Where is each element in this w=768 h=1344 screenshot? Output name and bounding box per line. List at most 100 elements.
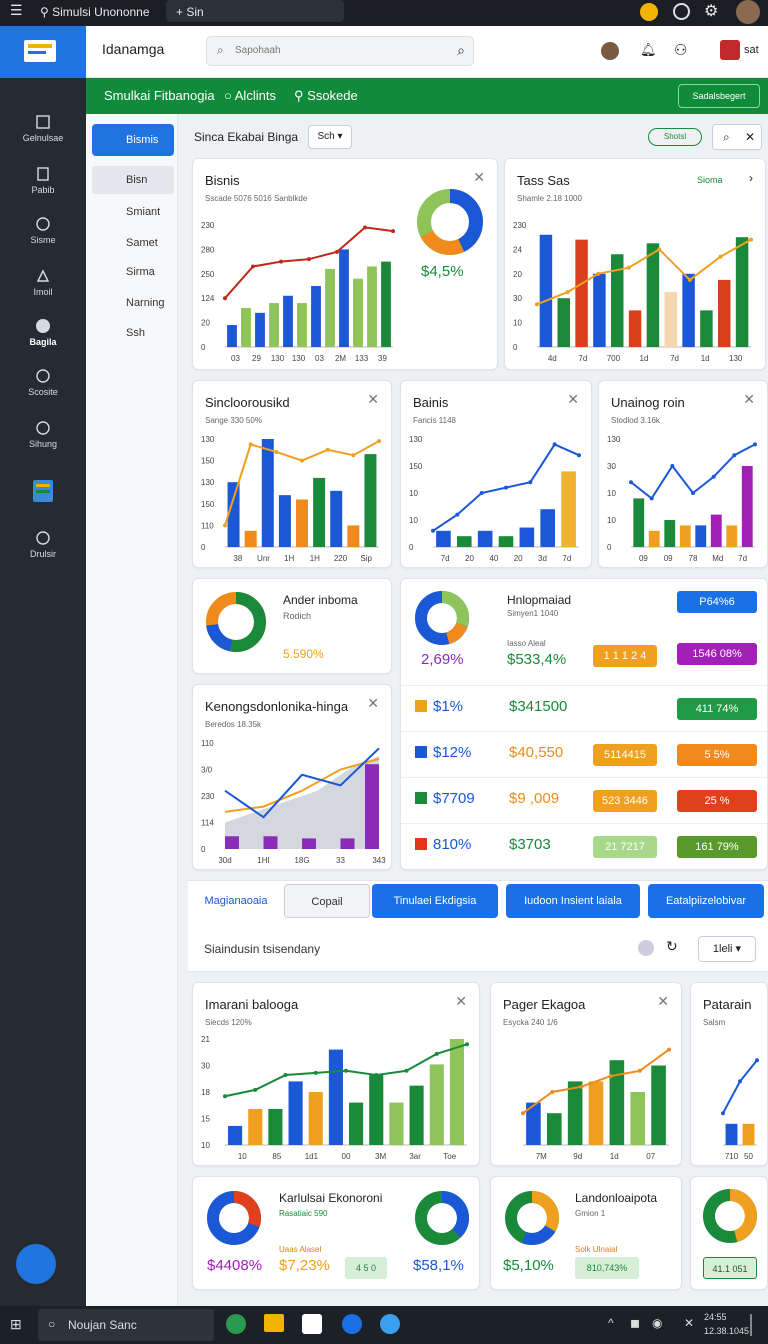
refresh-icon[interactable]: ↻ [666,938,678,955]
sidebar-item-stack[interactable] [0,478,86,507]
tab-0[interactable]: Magianaoaia [190,884,282,918]
status-badge[interactable]: Shotsl [648,128,702,146]
sidebar-item-6[interactable]: Sihung [0,420,86,449]
row-pill[interactable]: 25 % [677,790,757,812]
tab-3[interactable]: Iudoon Insient laiala [506,884,640,918]
close-icon[interactable]: ✕ [455,993,467,1010]
search-input[interactable]: ⌕ Sapohaah ⌕ [206,36,474,66]
add-icon[interactable] [638,940,654,956]
app-icon-5[interactable] [380,1314,400,1334]
subnav-item-3[interactable]: Samet [92,229,174,257]
greenbar-item-1[interactable]: ○ Alclints [224,88,276,103]
logo[interactable] [0,26,86,78]
user-avatar[interactable] [601,42,619,60]
sidebar-item-4[interactable]: Bagila [0,318,86,347]
subnav-item-1[interactable]: Bisn [92,166,174,194]
y-tick-label: 230 [513,221,527,230]
subnav-item-6[interactable]: Ssh [92,319,174,347]
sidebar-item-1[interactable]: Pabib [0,166,86,195]
row-pill[interactable]: 161 79% [677,836,757,858]
sidebar-item-3[interactable]: Imoil [0,268,86,297]
greenbar-button[interactable]: Sadalsbegert [678,84,760,108]
kpi-pill[interactable]: 810,743% [575,1257,639,1279]
menu-icon[interactable]: ☰ [10,2,23,19]
filter-dropdown[interactable]: 1leli ▾ [698,936,756,962]
sidebar-item-0[interactable]: Gelnulsae [0,114,86,143]
greenbar-item-0[interactable]: Smulkai Fitbanogia [104,88,215,103]
chart-legend: Siecds 120% [205,1018,252,1027]
subnav-item-4[interactable]: Sirma [92,258,174,286]
warning-icon[interactable] [640,3,658,21]
location-label[interactable]: ⚲ Simulsi Unononne [40,5,150,19]
close-icon[interactable]: ✕ [657,993,669,1010]
kpi-row[interactable]: $1% $341500 411 74% [401,685,767,731]
kpi-pill-3[interactable]: 1546 08% [677,643,757,665]
bar [227,325,237,347]
kpi-row[interactable]: $12% $40,550 5114415 5 5% [401,731,767,777]
network-icon[interactable]: ◼ [630,1316,640,1330]
bar [248,1108,263,1145]
close-icon[interactable]: ✕ [367,695,379,712]
floating-action-button[interactable] [16,1244,56,1284]
close-icon[interactable]: ✕ [367,391,379,408]
kpi-pill[interactable]: 41.1 051 [703,1257,757,1279]
kpi-row[interactable]: $7709 $9 ,009 523 3446 25 % [401,777,767,823]
avatar[interactable] [736,0,760,24]
close-icon[interactable]: ✕ [473,169,485,186]
search-button[interactable]: ⌕ ✕ [712,124,762,150]
close-icon[interactable]: ✕ [743,391,755,408]
row-pill[interactable]: 411 74% [677,698,757,720]
sidebar-item-5[interactable]: Scosite [0,368,86,397]
x-tick-label: Unr [257,554,270,563]
kpi-amount: $533,4% [507,651,567,668]
subnav-item-2[interactable]: Smiant [92,198,174,226]
close-icon[interactable]: ✕ [567,391,579,408]
row-pill-secondary[interactable]: 21 7217 [593,836,657,858]
greenbar-item-2[interactable]: ⚲ Ssokede [294,88,358,104]
language-icon[interactable]: ✕ [684,1316,694,1330]
kpi-row[interactable]: 810% $3703 21 7217 161 79% [401,823,767,869]
y-tick-label: 10 [409,489,418,498]
y-tick-label: 150 [201,457,215,466]
chart-legend: Beredos 18.35k [205,720,262,729]
subnav-item-5[interactable]: Narning [92,289,174,317]
kpi-pill[interactable]: 4 5 0 [345,1257,387,1279]
row-pill-secondary[interactable]: 5114415 [593,744,657,766]
app-icon-3[interactable] [302,1314,322,1334]
app-stack-icon[interactable] [720,40,740,60]
profile-icon[interactable]: ⚇ [674,41,687,59]
chevron-right-icon[interactable]: › [749,171,753,185]
row-pill-secondary[interactable]: 523 3446 [593,790,657,812]
kpi-title: Landonloaipota [575,1191,658,1205]
sort-dropdown[interactable]: Sch ▾ [308,125,352,149]
kpi-pill-1[interactable]: P64%6 [677,591,757,613]
sidebar-item-7[interactable]: Drulsir [0,530,86,559]
bar [539,234,553,347]
chart-link[interactable]: Sioma [697,175,723,185]
show-desktop[interactable] [750,1314,752,1336]
folder-icon[interactable] [264,1314,284,1332]
subnav-label: Ssh [126,327,145,339]
app-icon-4[interactable] [342,1314,362,1334]
clock-time[interactable]: 24:55 [704,1312,727,1322]
bar [741,466,753,547]
info-icon[interactable] [673,3,690,20]
app-icon-1[interactable] [226,1314,246,1334]
volume-icon[interactable]: ◉ [652,1316,662,1330]
line-point [504,485,508,490]
tab-2[interactable]: Tinulaei Ekdigsia [372,884,498,918]
sidebar-item-2[interactable]: Sisme [0,216,86,245]
gear-icon[interactable]: ⚙ [704,1,718,21]
row-pill[interactable]: 5 5% [677,744,757,766]
tab-1[interactable]: Copail [284,884,370,918]
search-submit-icon[interactable]: ⌕ [457,42,465,59]
kpi-pill-2[interactable]: 1 1 1 2 4 /7/5 [593,645,657,684]
clock-date[interactable]: 12.38.1045 [704,1326,749,1336]
tab-4[interactable]: Eatalpiizelobivar [648,884,764,918]
chevron-up-icon[interactable]: ^ [608,1316,614,1330]
windows-start-icon[interactable]: ⊞ [10,1316,22,1333]
subnav-item-0[interactable]: Bismis [92,124,174,156]
y-tick-label: 0 [201,543,206,552]
notification-icon[interactable]: 🔔︎ [640,42,657,58]
new-tab-label[interactable]: + Sin [176,5,204,19]
